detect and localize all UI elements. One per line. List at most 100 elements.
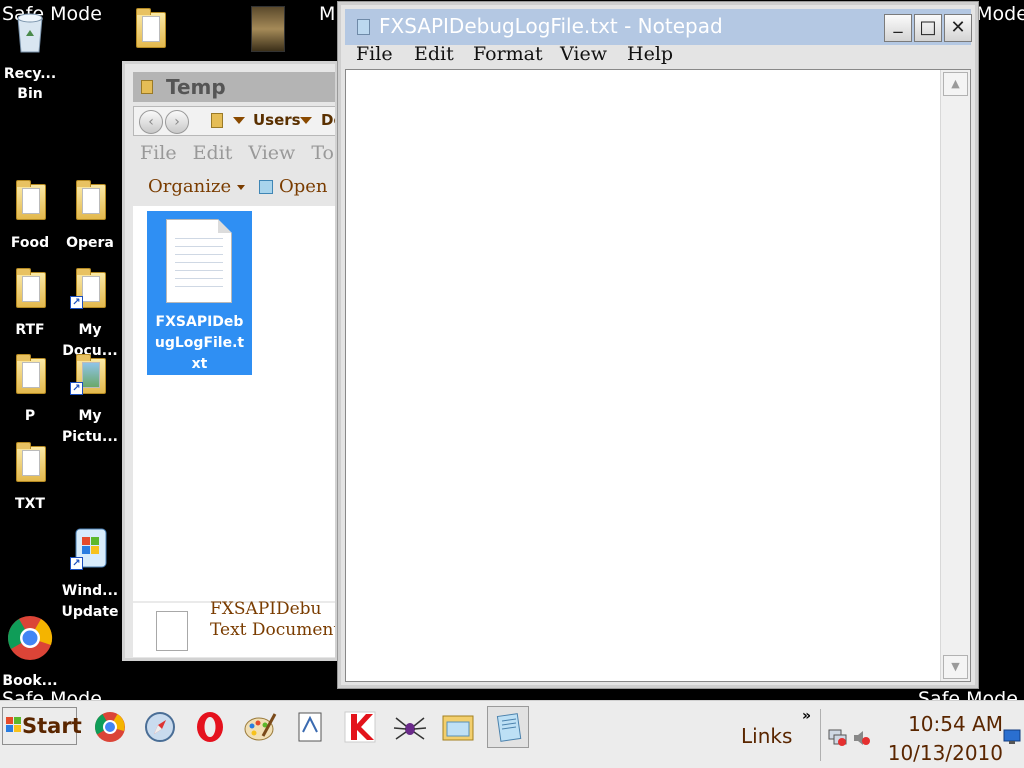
- menu-tools[interactable]: Tool: [311, 142, 335, 164]
- folder-icon: [136, 8, 166, 48]
- kaspersky-icon: [344, 711, 376, 743]
- taskbar: Start Links » 10:54 AM 10/13/2010: [0, 700, 1024, 768]
- menu-view[interactable]: View: [248, 142, 295, 164]
- taskbar-document[interactable]: [289, 706, 331, 748]
- open-button[interactable]: Open: [279, 176, 328, 197]
- explorer-title: Temp: [166, 75, 226, 99]
- windows-logo-icon: [6, 717, 21, 732]
- taskbar-paint[interactable]: [239, 706, 281, 748]
- taskbar-opera[interactable]: [189, 706, 231, 748]
- details-file-type: Text Document: [210, 620, 338, 640]
- folder-icon: [16, 442, 46, 482]
- explorer-title-bar[interactable]: Temp: [133, 72, 335, 102]
- taskbar-spider[interactable]: [389, 706, 431, 748]
- menu-edit[interactable]: Edit: [193, 142, 233, 164]
- text-document-icon: [166, 219, 232, 303]
- chevron-down-icon[interactable]: [300, 117, 312, 124]
- minimize-button[interactable]: _: [884, 14, 912, 42]
- close-button[interactable]: ✕: [944, 14, 972, 42]
- desktop-icon-windows-update[interactable]: ↗ Wind... Update: [60, 527, 120, 623]
- taskbar-chrome[interactable]: [89, 706, 131, 748]
- desktop-icon-recycle-bin[interactable]: Recy... Bin: [0, 6, 60, 104]
- desktop-icon-folder[interactable]: [120, 6, 180, 50]
- scroll-up-button[interactable]: ▲: [943, 72, 968, 96]
- folder-icon: [442, 715, 474, 741]
- desktop-icon-food[interactable]: Food: [0, 178, 60, 253]
- shortcut-arrow-icon: ↗: [70, 382, 83, 395]
- notepad-title: FXSAPIDebugLogFile.txt - Notepad: [379, 14, 723, 38]
- desktop-icon-txt[interactable]: TXT: [0, 440, 60, 514]
- chevron-down-icon[interactable]: [233, 117, 245, 124]
- menu-file[interactable]: File: [356, 43, 393, 65]
- taskbar-kaspersky[interactable]: [339, 706, 381, 748]
- start-button[interactable]: Start: [2, 707, 82, 745]
- taskbar-explorer[interactable]: [437, 706, 479, 748]
- shortcut-arrow-icon: ↗: [70, 296, 83, 309]
- desktop-icon-opera[interactable]: Opera: [60, 178, 120, 253]
- desktop-icon-my-pictures[interactable]: ↗ My Pictu...: [60, 352, 120, 448]
- forward-button[interactable]: ›: [165, 110, 189, 134]
- menu-help[interactable]: Help: [627, 43, 673, 65]
- vertical-scrollbar[interactable]: ▲ ▼: [940, 70, 970, 681]
- details-file-name: FXSAPIDebu: [210, 599, 322, 619]
- folder-icon: [211, 113, 223, 128]
- document-icon: [298, 712, 322, 742]
- system-clock[interactable]: 10:54 AM 10/13/2010: [862, 710, 1003, 768]
- file-item-selected[interactable]: FXSAPIDebugLogFile.txt: [147, 211, 252, 375]
- safe-mode-label: Safe Mode: [976, 3, 1024, 25]
- taskbar-notepad[interactable]: [487, 706, 529, 748]
- maximize-button[interactable]: □: [914, 14, 942, 42]
- links-toolbar[interactable]: Links: [741, 724, 792, 748]
- breadcrumb-users[interactable]: Users: [253, 111, 301, 129]
- menu-format[interactable]: Format: [473, 43, 543, 65]
- breadcrumb-documents[interactable]: Do: [321, 111, 335, 129]
- notepad-text-area[interactable]: ▲ ▼: [345, 69, 971, 682]
- desktop-icon-rtf[interactable]: RTF: [0, 266, 60, 340]
- back-button[interactable]: ‹: [139, 110, 163, 134]
- desktop-icon-p[interactable]: P: [0, 352, 60, 426]
- organize-button[interactable]: Organize: [148, 176, 231, 197]
- scroll-down-button[interactable]: ▼: [943, 655, 968, 679]
- image-thumbnail-icon: [251, 6, 285, 52]
- chevron-down-icon[interactable]: [237, 185, 245, 190]
- text-document-icon: [156, 611, 188, 651]
- notepad-icon: [496, 713, 522, 742]
- folder-icon: [16, 268, 46, 308]
- details-pane: FXSAPIDebu Text Document: [133, 599, 338, 657]
- address-bar[interactable]: ‹ › Users Do: [133, 106, 335, 136]
- links-chevron[interactable]: »: [802, 708, 811, 724]
- spider-icon: [393, 717, 427, 740]
- network-icon[interactable]: [828, 727, 848, 747]
- file-name: FXSAPIDebugLogFile.txt: [154, 314, 245, 372]
- safari-icon: [145, 712, 175, 742]
- notepad-icon: [357, 19, 370, 35]
- folder-icon: [141, 80, 153, 94]
- menu-edit[interactable]: Edit: [414, 43, 454, 65]
- notepad-title-bar[interactable]: FXSAPIDebugLogFile.txt - Notepad _ □ ✕: [345, 9, 972, 45]
- folder-icon: [76, 180, 106, 220]
- desktop-icon-chrome[interactable]: Book...: [0, 615, 60, 691]
- notepad-window[interactable]: FXSAPIDebugLogFile.txt - Notepad _ □ ✕ F…: [338, 2, 978, 688]
- recycle-bin-icon: [17, 13, 43, 53]
- taskbar-safari[interactable]: [139, 706, 181, 748]
- chrome-icon: [8, 616, 53, 660]
- shortcut-arrow-icon: ↗: [70, 557, 83, 570]
- desktop-icon-image[interactable]: [238, 6, 298, 52]
- desktop-icon-label-clipped: M: [319, 3, 336, 25]
- explorer-toolbar: Organize Open: [133, 170, 335, 206]
- clock-date: 10/13/2010: [887, 741, 1003, 765]
- file-list[interactable]: FXSAPIDebugLogFile.txt: [133, 206, 335, 601]
- notepad-icon: [259, 180, 273, 194]
- explorer-menu-bar: File Edit View Tool: [140, 142, 335, 164]
- opera-icon: [197, 712, 223, 742]
- menu-view[interactable]: View: [560, 43, 607, 65]
- clock-time: 10:54 AM: [908, 712, 1003, 736]
- folder-icon: [16, 354, 46, 394]
- menu-file[interactable]: File: [140, 142, 177, 164]
- desktop-icon-my-documents[interactable]: ↗ My Docu...: [60, 266, 120, 362]
- explorer-window[interactable]: Temp ‹ › Users Do File Edit View Tool Organ…: [122, 61, 338, 661]
- chrome-icon: [94, 712, 125, 742]
- paint-palette-icon: [244, 713, 277, 741]
- show-desktop-icon[interactable]: [1003, 729, 1021, 745]
- folder-icon: [16, 180, 46, 220]
